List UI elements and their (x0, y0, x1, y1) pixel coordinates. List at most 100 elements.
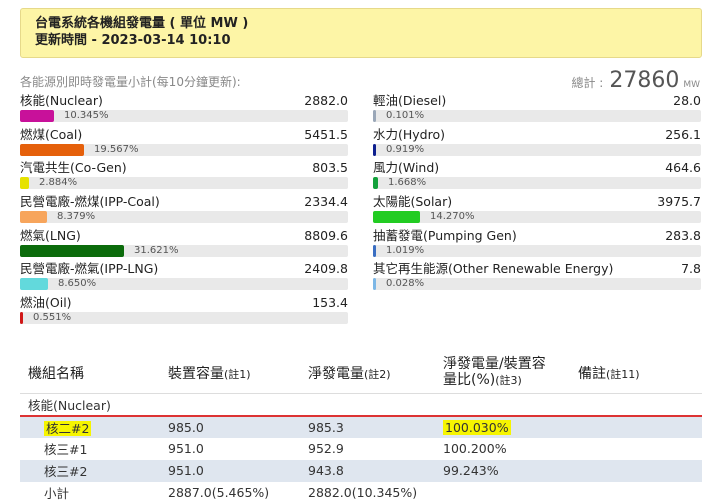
energy-source-row: 抽蓄發電(Pumping Gen) 283.8 1.019% (373, 227, 701, 261)
energy-source-label: 民營電廠-燃氣(IPP-LNG) (20, 261, 159, 277)
energy-source-value: 256.1 (665, 126, 701, 142)
unit-capacity: 2887.0(5.465%) (160, 481, 300, 501)
energy-source-head: 核能(Nuclear) 2882.0 (20, 92, 348, 109)
energy-source-bar-track: 0.919% (373, 143, 701, 156)
energy-source-bar-track: 0.551% (20, 312, 348, 325)
unit-ratio: 100.200% (435, 437, 570, 460)
unit-ratio (435, 481, 570, 501)
table-row[interactable]: 核三#2 951.0 943.8 99.243% (20, 459, 702, 482)
energy-source-bar-fill (373, 143, 376, 156)
energy-source-percent: 19.567% (94, 143, 139, 155)
header-banner: 台電系統各機組發電量 ( 單位 MW ) 更新時間 - 2023-03-14 1… (20, 8, 702, 58)
energy-source-head: 燃油(Oil) 153.4 (20, 294, 348, 311)
total-value: 27860 (609, 68, 680, 93)
col-header-net[interactable]: 淨發電量(註2) (300, 352, 435, 394)
unit-remark (570, 437, 702, 460)
energy-source-bar-fill (20, 110, 54, 122)
energy-source-value: 2882.0 (304, 93, 348, 108)
energy-source-value: 2409.8 (304, 261, 348, 277)
energy-source-percent: 31.621% (134, 244, 179, 256)
energy-source-percent: 8.379% (57, 211, 96, 223)
energy-source-label: 核能(Nuclear) (20, 93, 103, 108)
energy-source-row: 燃氣(LNG) 8809.6 31.621% (20, 227, 348, 261)
energy-sources-left: 核能(Nuclear) 2882.0 10.345% 燃煤(Coal) 5451.5 19… (20, 92, 348, 328)
unit-remark (570, 459, 702, 482)
energy-source-percent: 2.884% (39, 177, 78, 189)
energy-source-percent: 1.019% (386, 244, 425, 256)
unit-name: 核三#1 (20, 437, 160, 460)
energy-source-percent: 1.668% (388, 177, 427, 189)
unit-net: 952.9 (300, 437, 435, 460)
energy-source-head: 水力(Hydro) 256.1 (373, 126, 701, 143)
unit-net: 943.8 (300, 459, 435, 482)
table-row[interactable]: 核三#1 951.0 952.9 100.200% (20, 437, 702, 460)
energy-source-head: 輕油(Diesel) 28.0 (373, 92, 701, 109)
energy-source-label: 民營電廠-燃煤(IPP-Coal) (20, 194, 160, 210)
unit-net: 2882.0(10.345%) (300, 481, 435, 501)
energy-source-bar-track: 10.345% (20, 110, 348, 122)
energy-source-row: 燃油(Oil) 153.4 0.551% (20, 294, 348, 328)
energy-sources-right: 輕油(Diesel) 28.0 0.101% 水力(Hydro) 256.1 0.919%… (373, 92, 701, 294)
energy-source-head: 抽蓄發電(Pumping Gen) 283.8 (373, 227, 701, 244)
energy-source-bar-fill (373, 177, 378, 190)
col-header-name[interactable]: 機組名稱 (20, 352, 160, 394)
page-title: 台電系統各機組發電量 ( 單位 MW ) (35, 16, 249, 31)
energy-source-percent: 10.345% (64, 110, 109, 121)
energy-source-bar-track: 0.101% (373, 110, 701, 122)
table-row[interactable]: 核二#2 985.0 985.3 100.030% (20, 414, 702, 438)
energy-source-bar-fill (373, 244, 376, 257)
unit-name: 小計 (20, 481, 160, 501)
energy-source-row: 輕油(Diesel) 28.0 0.101% (373, 92, 701, 126)
energy-source-bar-fill (20, 177, 29, 190)
unit-net: 985.3 (300, 414, 435, 438)
energy-source-row: 燃煤(Coal) 5451.5 19.567% (20, 126, 348, 160)
col-header-remark[interactable]: 備註(註11) (570, 352, 702, 394)
unit-ratio: 99.243% (435, 459, 570, 482)
energy-source-value: 3975.7 (657, 194, 701, 210)
energy-source-value: 2334.4 (304, 194, 348, 210)
energy-source-bar-track: 1.668% (373, 177, 701, 190)
unit-capacity: 985.0 (160, 414, 300, 438)
col-header-ratio[interactable]: 淨發電量/裝置容 量比(%)(註3) (435, 352, 570, 394)
energy-source-head: 燃煤(Coal) 5451.5 (20, 126, 348, 143)
energy-source-bar-track: 2.884% (20, 177, 348, 190)
total-generation: 總計 : 27860 MW (571, 68, 700, 93)
energy-source-bar-fill (20, 211, 47, 224)
energy-source-head: 民營電廠-燃氣(IPP-LNG) 2409.8 (20, 260, 348, 277)
energy-source-bar-track: 0.028% (373, 278, 701, 291)
table-header-row: 機組名稱 裝置容量(註1) 淨發電量(註2) 淨發電量/裝置容 量比(%)(註3)… (20, 352, 702, 394)
energy-source-bar-track: 19.567% (20, 143, 348, 156)
energy-source-percent: 0.101% (386, 110, 425, 121)
energy-source-bar-fill (373, 278, 376, 291)
energy-source-bar-track: 8.650% (20, 278, 348, 291)
energy-source-label: 輕油(Diesel) (373, 93, 447, 108)
energy-source-head: 民營電廠-燃煤(IPP-Coal) 2334.4 (20, 193, 348, 210)
update-time: 更新時間 - 2023-03-14 10:10 (35, 33, 231, 48)
energy-source-row: 水力(Hydro) 256.1 0.919% (373, 126, 701, 160)
energy-source-label: 風力(Wind) (373, 160, 440, 176)
energy-source-bar-fill (20, 278, 48, 291)
table-group-row: 核能(Nuclear) (20, 393, 702, 416)
energy-source-bar-fill (20, 244, 124, 257)
energy-source-label: 汽電共生(Co-Gen) (20, 160, 127, 176)
energy-source-row: 民營電廠-燃煤(IPP-Coal) 2334.4 8.379% (20, 193, 348, 227)
energy-source-bar-fill (373, 110, 376, 122)
total-label: 總計 : (571, 76, 604, 90)
col-header-capacity[interactable]: 裝置容量(註1) (160, 352, 300, 394)
energy-source-percent: 14.270% (430, 211, 475, 223)
energy-source-row: 太陽能(Solar) 3975.7 14.270% (373, 193, 701, 227)
energy-source-bar-track: 31.621% (20, 244, 348, 257)
table-row-subtotal: 小計 2887.0(5.465%) 2882.0(10.345%) (20, 481, 702, 501)
group-label: 核能(Nuclear) (20, 393, 702, 416)
unit-ratio: 100.030% (443, 419, 511, 435)
energy-source-label: 燃氣(LNG) (20, 227, 81, 243)
energy-source-value: 28.0 (673, 93, 701, 108)
energy-source-bar-track: 1.019% (373, 244, 701, 257)
energy-source-bar-track: 8.379% (20, 211, 348, 224)
energy-source-bar-fill (20, 143, 84, 156)
energy-source-value: 464.6 (665, 160, 701, 176)
energy-source-label: 其它再生能源(Other Renewable Energy) (373, 261, 614, 277)
energy-source-percent: 0.028% (386, 278, 425, 290)
energy-source-row: 其它再生能源(Other Renewable Energy) 7.8 0.028% (373, 260, 701, 294)
energy-source-percent: 0.551% (33, 312, 72, 324)
